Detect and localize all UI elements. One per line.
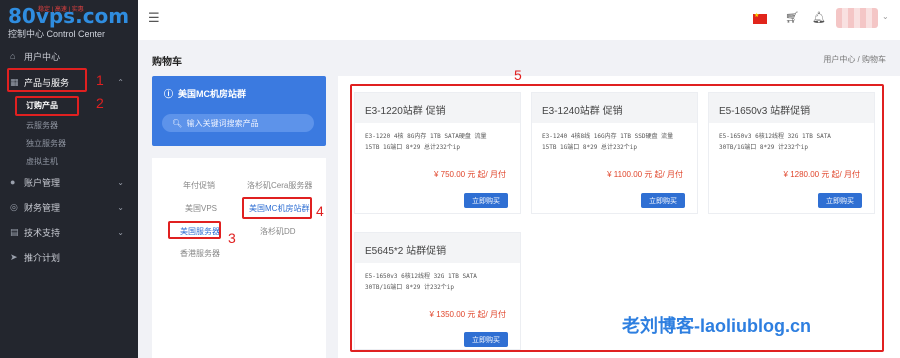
chevron-down-icon[interactable]: ⌄ [882, 12, 889, 21]
money-icon: ◎ [10, 201, 18, 212]
hamburger-icon[interactable]: ☰ [148, 10, 160, 26]
annotation-number-5: 5 [514, 67, 522, 83]
sidebar-item-support[interactable]: ▤ 技术支持 ⌄ [0, 222, 138, 242]
category-link[interactable]: 香港服务器 [180, 248, 220, 259]
sidebar-item-label: 用户中心 [24, 51, 61, 62]
category-link[interactable]: 美国VPS [185, 203, 217, 214]
search-input[interactable]: 🔍︎ 输入关键词搜索产品 [162, 114, 314, 132]
sidebar-subitem-dedicated[interactable]: 独立服务器 [26, 138, 66, 149]
sidebar-subitem-hosting[interactable]: 虚拟主机 [26, 156, 58, 167]
sidebar: 80vps.com 稳定 | 高速 | 实惠 控制中心 Control Cent… [0, 0, 138, 358]
search-placeholder: 输入关键词搜索产品 [186, 118, 259, 128]
support-icon: ▤ [10, 226, 19, 237]
sidebar-item-label: 推介计划 [24, 252, 61, 263]
category-header-card: ⓘ 美国MC机房站群 🔍︎ 输入关键词搜索产品 [152, 76, 326, 146]
sidebar-item-finance[interactable]: ◎ 财务管理 ⌄ [0, 197, 138, 217]
sidebar-item-label: 财务管理 [24, 202, 61, 213]
top-bar: ☰ 🛒︎ 🔔︎ ⌄ [138, 0, 900, 40]
logo[interactable]: 80vps.com 稳定 | 高速 | 实惠 控制中心 Control Cent… [0, 0, 138, 40]
sidebar-item-label: 技术支持 [24, 227, 61, 238]
chevron-down-icon: ⌄ [117, 202, 124, 212]
china-flag-icon[interactable] [753, 12, 767, 24]
sidebar-item-account[interactable]: ● 账户管理 ⌄ [0, 172, 138, 192]
chevron-up-icon: ⌃ [117, 77, 124, 87]
search-icon: 🔍︎ [172, 118, 187, 128]
sidebar-item-user-center[interactable]: ⌂ 用户中心 [0, 46, 138, 66]
avatar[interactable] [836, 8, 878, 28]
annotation-box-2 [15, 96, 79, 116]
sidebar-item-label: 账户管理 [24, 177, 61, 188]
category-title: ⓘ 美国MC机房站群 [164, 89, 247, 99]
bell-icon[interactable]: 🔔︎ [812, 11, 826, 24]
chevron-down-icon: ⌄ [117, 177, 124, 187]
chevron-down-icon: ⌄ [117, 227, 124, 237]
annotation-number-3: 3 [228, 230, 236, 246]
watermark: 老刘博客-laoliublog.cn [622, 316, 811, 336]
annotation-box-3 [168, 221, 221, 239]
category-link[interactable]: 年付促销 [183, 180, 215, 191]
annotation-box-1 [7, 68, 87, 92]
annotation-number-4: 4 [316, 203, 324, 219]
page-title: 购物车 [152, 57, 182, 68]
sidebar-item-referral[interactable]: ➤ 推介计划 [0, 247, 138, 267]
user-icon: ● [10, 177, 16, 187]
annotation-number-2: 2 [96, 95, 104, 111]
sidebar-subitem-cloud[interactable]: 云服务器 [26, 120, 58, 131]
send-icon: ➤ [10, 251, 18, 262]
annotation-number-1: 1 [96, 72, 104, 88]
category-link[interactable]: 洛杉矶DD [260, 226, 296, 237]
breadcrumb[interactable]: 用户中心 / 购物车 [823, 54, 886, 65]
annotation-box-4 [242, 197, 312, 219]
category-link[interactable]: 洛杉矶Cera服务器 [247, 180, 312, 191]
logo-subtitle: 控制中心 Control Center [8, 29, 106, 39]
cart-icon[interactable]: 🛒︎ [785, 11, 799, 24]
logo-tagline: 稳定 | 高速 | 实惠 [38, 7, 84, 13]
home-icon: ⌂ [10, 51, 16, 61]
